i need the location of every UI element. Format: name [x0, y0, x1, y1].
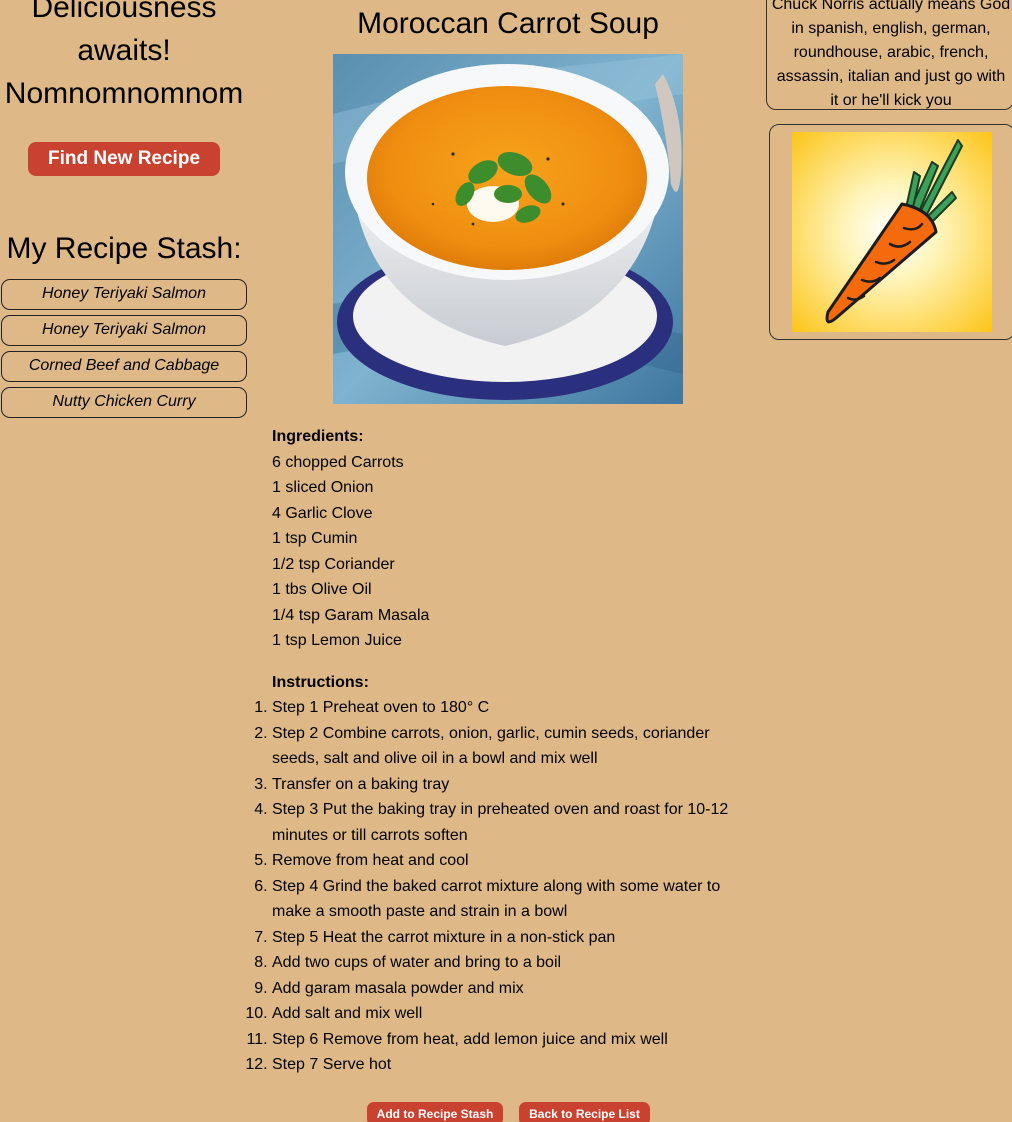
back-to-recipe-list-button[interactable]: Back to Recipe List: [519, 1102, 650, 1122]
recipe-stash-list: Honey Teriyaki Salmon Honey Teriyaki Sal…: [1, 279, 247, 423]
stash-item[interactable]: Corned Beef and Cabbage: [1, 351, 247, 382]
add-to-recipe-stash-button[interactable]: Add to Recipe Stash: [367, 1102, 503, 1122]
instruction-step: Step 6 Remove from heat, add lemon juice…: [272, 1027, 742, 1053]
ingredient-item: 6 chopped Carrots: [272, 453, 404, 471]
ingredient-item: 1 tsp Lemon Juice: [272, 632, 402, 649]
instruction-step: Step 1 Preheat oven to 180° C: [272, 695, 742, 721]
instruction-step: Add salt and mix well: [272, 1001, 742, 1027]
recipe-content: Ingredients: 6 chopped Carrots 1 sliced …: [272, 424, 742, 1078]
instruction-step: Transfer on a baking tray: [272, 772, 742, 798]
ingredient-item: 1 tsp Cumin: [272, 530, 358, 547]
quote-text: Chuck Norris actually means God in spani…: [771, 0, 1011, 109]
carrot-illustration: [792, 132, 992, 332]
ingredient-item: 1 sliced Onion: [272, 479, 374, 496]
instruction-step: Step 2 Combine carrots, onion, garlic, c…: [272, 721, 742, 772]
ingredient-item: 4 Garlic Clove: [272, 504, 373, 522]
stash-item[interactable]: Honey Teriyaki Salmon: [1, 279, 247, 310]
ingredient-item: 1/2 tsp Coriander: [272, 555, 395, 573]
find-new-recipe-button[interactable]: Find New Recipe: [28, 142, 220, 176]
page: Deliciousness awaits! Nomnomnomnom Find …: [0, 0, 1012, 1122]
recipe-stash-title: My Recipe Stash:: [6, 232, 242, 265]
soup-photo: [333, 54, 683, 404]
ingredient-item: 1 tbs Olive Oil: [272, 581, 372, 598]
ingredients-list: 6 chopped Carrots 1 sliced Onion 4 Garli…: [272, 450, 742, 654]
tagline: Deliciousness awaits! Nomnomnomnom: [4, 0, 244, 110]
instruction-step: Add two cups of water and bring to a boi…: [272, 950, 742, 976]
instruction-step: Remove from heat and cool: [272, 848, 742, 874]
ingredient-item: 1/4 tsp Garam Masala: [272, 606, 430, 624]
recipe-title: Moroccan Carrot Soup: [357, 7, 659, 40]
chuck-norris-quote-box: Chuck Norris actually means God in spani…: [766, 0, 1012, 110]
instruction-step: Step 3 Put the baking tray in preheated …: [272, 797, 742, 848]
instructions-list: Step 1 Preheat oven to 180° C Step 2 Com…: [272, 695, 742, 1078]
instructions-heading: Instructions:: [272, 673, 369, 691]
stash-item[interactable]: Honey Teriyaki Salmon: [1, 315, 247, 346]
instruction-step: Step 4 Grind the baked carrot mixture al…: [272, 874, 742, 925]
instruction-step: Add garam masala powder and mix: [272, 976, 742, 1002]
ingredients-heading: Ingredients:: [272, 428, 364, 445]
instruction-step: Step 5 Heat the carrot mixture in a non-…: [272, 925, 742, 951]
stash-item[interactable]: Nutty Chicken Curry: [1, 387, 247, 418]
carrot-image-box: [769, 124, 1012, 340]
instruction-step: Step 7 Serve hot: [272, 1052, 742, 1078]
